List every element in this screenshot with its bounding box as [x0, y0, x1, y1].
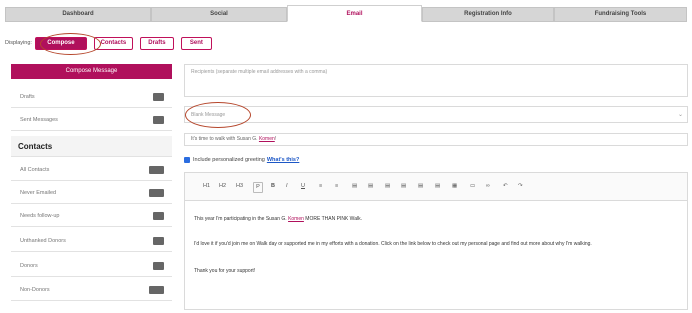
subject-suffix: !: [274, 136, 277, 142]
count-badge: [149, 166, 164, 174]
redo-icon[interactable]: ↷: [518, 182, 523, 191]
bullet-list-icon[interactable]: ≡: [319, 182, 322, 191]
personalized-greeting-row: Include personalized greeting What's thi…: [184, 157, 299, 163]
sent-tab-button[interactable]: Sent: [180, 36, 212, 50]
underline-button[interactable]: U: [301, 182, 305, 191]
subject-text: It's time to walk with Susan G.: [191, 136, 258, 142]
chevron-down-icon: ⌄: [677, 112, 683, 118]
contacts-heading: Contacts: [11, 136, 172, 157]
sidebar-item-non-donors[interactable]: Non-Donors: [11, 279, 172, 301]
editor-text: This year I'm participating in the Susan…: [194, 216, 287, 222]
template-select-value: Blank Message: [191, 112, 226, 118]
sidebar-item-label: Non-Donors: [20, 287, 50, 293]
editor-paragraph: This year I'm participating in the Susan…: [194, 216, 684, 223]
drafts-tab-button[interactable]: Drafts: [139, 36, 174, 50]
tab-social[interactable]: Social: [151, 7, 287, 22]
compose-tab-button[interactable]: Compose: [34, 36, 87, 50]
sidebar: Compose Message Drafts Sent Messages Con…: [11, 64, 172, 301]
heading1-button[interactable]: H1: [203, 182, 210, 191]
count-badge: [153, 93, 164, 101]
editor-toolbar: H1 H2 H3 P B I U ≡ ≡ ▤ ▤ ▤ ▤ ▤ ▤ ▦ ▭ ∞ ↶…: [185, 173, 687, 201]
compose-message-button[interactable]: Compose Message: [11, 64, 172, 79]
template-select[interactable]: Blank Message ⌄: [184, 106, 688, 123]
email-subnav: Displaying: Compose Contacts Drafts Sent: [5, 34, 219, 52]
count-badge: [153, 237, 164, 245]
editor-text: MORE THAN PINK Walk.: [305, 216, 362, 222]
indent-icon[interactable]: ▤: [435, 182, 440, 191]
count-badge: [149, 286, 164, 294]
bold-button[interactable]: B: [271, 182, 275, 191]
table-icon[interactable]: ▦: [452, 182, 457, 191]
count-badge: [153, 262, 164, 270]
sidebar-item-never-emailed[interactable]: Never Emailed: [11, 182, 172, 204]
image-icon[interactable]: ▭: [470, 182, 475, 191]
align-left-icon[interactable]: ▤: [352, 182, 357, 191]
count-badge: [149, 189, 164, 197]
align-center-icon[interactable]: ▤: [368, 182, 373, 191]
justify-icon[interactable]: ▤: [401, 182, 406, 191]
tab-email[interactable]: Email: [287, 5, 422, 22]
sidebar-item-label: Donors: [20, 263, 38, 269]
contacts-tab-button[interactable]: Contacts: [93, 36, 133, 50]
main-tab-bar: Dashboard Social Email Registration Info…: [5, 5, 687, 22]
numbered-list-icon[interactable]: ≡: [335, 182, 338, 191]
tab-registration-info[interactable]: Registration Info: [422, 7, 554, 22]
tab-dashboard[interactable]: Dashboard: [5, 7, 151, 22]
heading3-button[interactable]: H3: [236, 182, 243, 191]
sidebar-item-donors[interactable]: Donors: [11, 255, 172, 277]
sidebar-item-label: All Contacts: [20, 167, 50, 173]
whats-this-link[interactable]: What's this?: [267, 157, 299, 163]
subject-input[interactable]: It's time to walk with Susan G. Komen!: [184, 133, 688, 146]
heading2-button[interactable]: H2: [219, 182, 226, 191]
sidebar-item-label: Never Emailed: [20, 190, 57, 196]
paragraph-button[interactable]: P: [253, 182, 263, 193]
sidebar-item-label: Drafts: [20, 94, 35, 100]
message-editor[interactable]: H1 H2 H3 P B I U ≡ ≡ ▤ ▤ ▤ ▤ ▤ ▤ ▦ ▭ ∞ ↶…: [184, 172, 688, 310]
editor-link-text: Komen: [288, 216, 304, 222]
count-badge: [153, 116, 164, 124]
sidebar-item-label: Needs follow-up: [20, 213, 60, 219]
sidebar-item-sent-messages[interactable]: Sent Messages: [11, 109, 172, 131]
greeting-checkbox[interactable]: [184, 157, 190, 163]
align-right-icon[interactable]: ▤: [385, 182, 390, 191]
greeting-label: Include personalized greeting: [193, 157, 265, 163]
italic-button[interactable]: I: [286, 182, 288, 191]
tab-fundraising-tools[interactable]: Fundraising Tools: [554, 7, 687, 22]
sidebar-item-label: Sent Messages: [20, 117, 58, 123]
recipients-input[interactable]: Recipients (separate multiple email addr…: [184, 64, 688, 97]
sidebar-item-label: Unthanked Donors: [20, 238, 66, 244]
editor-paragraph: I'd love it if you'd join me on Walk day…: [194, 241, 592, 247]
count-badge: [153, 212, 164, 220]
sidebar-item-drafts[interactable]: Drafts: [11, 86, 172, 108]
sidebar-item-needs-follow-up[interactable]: Needs follow-up: [11, 205, 172, 227]
sidebar-item-unthanked-donors[interactable]: Unthanked Donors: [11, 230, 172, 252]
undo-icon[interactable]: ↶: [503, 182, 508, 191]
editor-paragraph: Thank you for your support!: [194, 268, 256, 274]
link-icon[interactable]: ∞: [486, 182, 490, 191]
displaying-label: Displaying:: [5, 40, 32, 46]
subject-link-text: Komen: [258, 136, 275, 142]
outdent-icon[interactable]: ▤: [418, 182, 423, 191]
sidebar-item-all-contacts[interactable]: All Contacts: [11, 159, 172, 181]
